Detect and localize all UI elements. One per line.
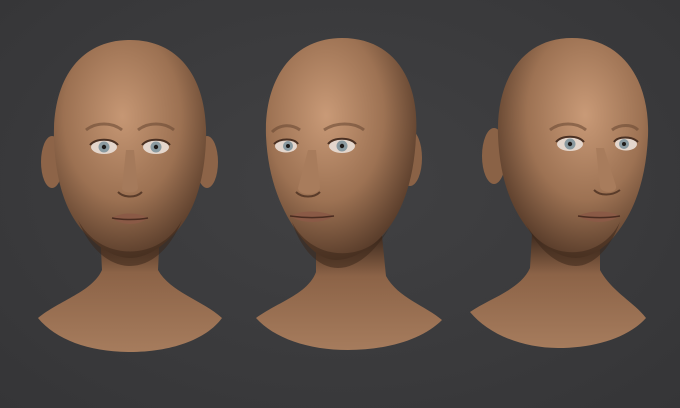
head-shape	[53, 40, 207, 258]
head-front-svg	[38, 40, 222, 352]
head-three-quarter-left-svg	[256, 38, 442, 350]
head-render-three-quarter-left	[250, 0, 450, 408]
head-three-quarter-right-svg	[470, 38, 649, 348]
render-viewport	[0, 0, 680, 408]
head-render-front	[30, 0, 230, 408]
head-render-three-quarter-right	[466, 0, 666, 408]
